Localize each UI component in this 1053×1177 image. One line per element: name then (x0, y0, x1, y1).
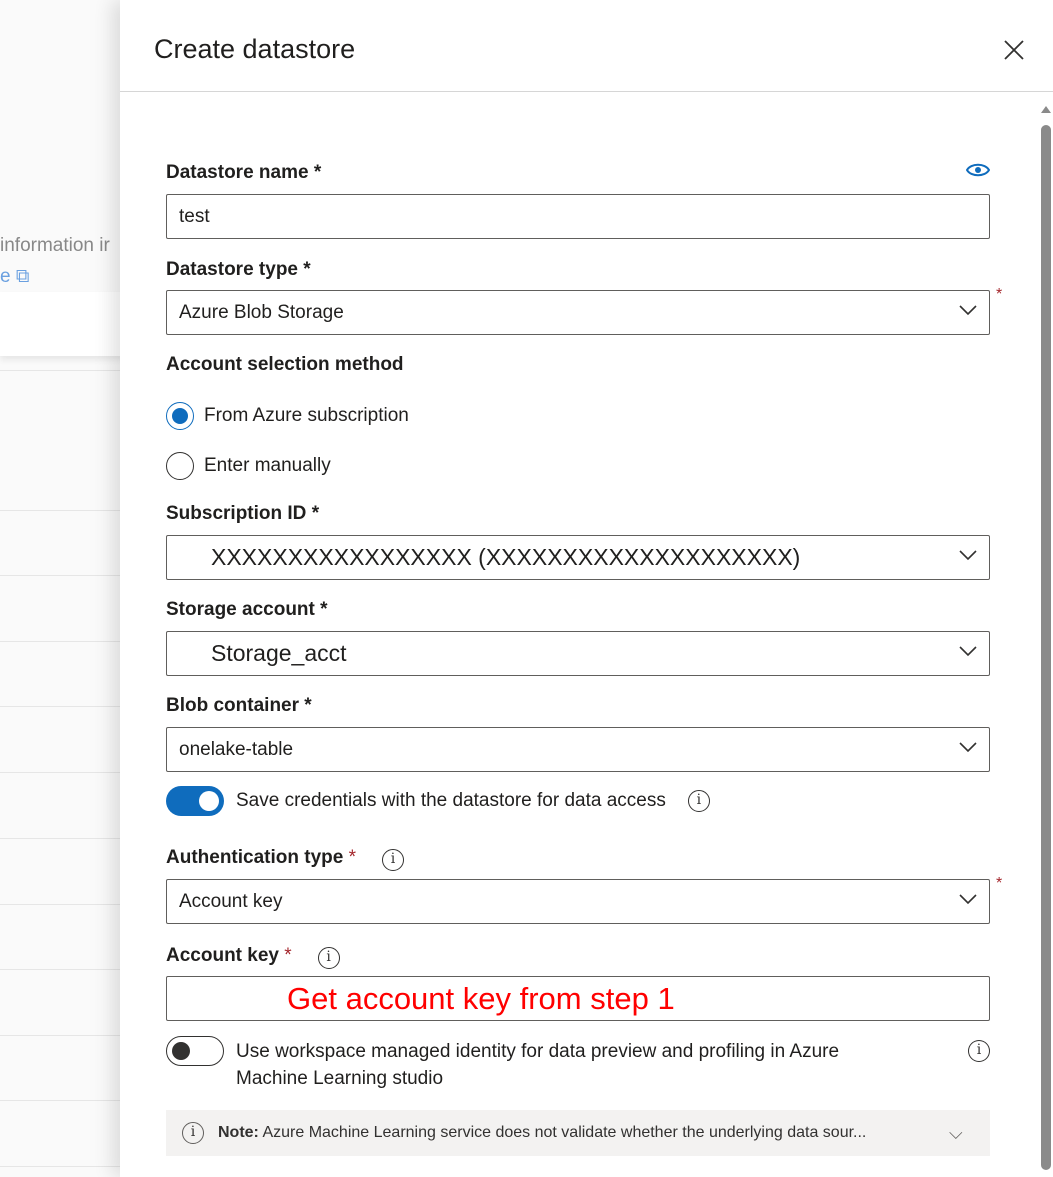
divider (0, 641, 130, 642)
scroll-up-arrow-icon[interactable] (1039, 102, 1053, 116)
required-marker: * (996, 875, 1003, 892)
subscription-id-dropdown[interactable]: XXXXXXXXXXXXXXXXX (XXXXXXXXXXXXXXXXXXXX) (166, 535, 990, 580)
datastore-name-value: test (179, 205, 210, 227)
chevron-down-icon (959, 894, 977, 905)
background-page: information ir e ⧉ (0, 0, 130, 1177)
create-datastore-panel: Create datastore Datastore name * test D… (120, 0, 1053, 1177)
radio-checked-icon (166, 402, 194, 430)
divider (0, 1035, 130, 1036)
subscription-id-label: Subscription ID * (166, 503, 320, 524)
info-icon[interactable]: i (687, 790, 710, 812)
storage-account-label: Storage account * (166, 599, 328, 620)
note-text: Note: Azure Machine Learning service doe… (218, 1124, 867, 1141)
authentication-type-label: Authentication type * i (166, 847, 405, 871)
managed-identity-toggle[interactable] (166, 1036, 224, 1066)
scrollbar[interactable] (1039, 100, 1053, 1177)
datastore-type-label: Datastore type * (166, 259, 311, 280)
header-divider (120, 91, 1053, 92)
background-info-text: information ir (0, 235, 110, 256)
background-link-text: e (0, 266, 11, 287)
eye-icon[interactable] (966, 162, 990, 178)
close-icon[interactable] (1002, 38, 1026, 62)
info-icon[interactable]: i (968, 1040, 990, 1062)
required-marker: * (996, 286, 1003, 303)
info-icon[interactable]: i (317, 947, 340, 969)
datastore-name-label: Datastore name * (166, 162, 322, 183)
chevron-down-icon (959, 305, 977, 316)
scrollbar-thumb[interactable] (1041, 125, 1051, 1170)
divider (0, 706, 130, 707)
account-selection-label: Account selection method (166, 354, 404, 375)
info-icon[interactable]: i (382, 849, 405, 871)
divider (0, 838, 130, 839)
divider (0, 969, 130, 970)
save-credentials-row: Save credentials with the datastore for … (166, 786, 710, 816)
radio-label: From Azure subscription (204, 405, 409, 426)
datastore-type-value: Azure Blob Storage (179, 301, 344, 323)
divider (0, 1166, 130, 1167)
chevron-down-icon (959, 646, 977, 657)
panel-title: Create datastore (154, 34, 356, 64)
managed-identity-row: Use workspace managed identity for data … (166, 1036, 990, 1092)
account-key-label: Account key * i (166, 945, 340, 969)
radio-unchecked-icon (166, 452, 194, 480)
blob-container-dropdown[interactable]: onelake-table (166, 727, 990, 772)
radio-label: Enter manually (204, 455, 331, 476)
radio-from-azure-subscription[interactable]: From Azure subscription (166, 402, 409, 430)
radio-enter-manually[interactable]: Enter manually (166, 452, 331, 480)
background-header-band (0, 292, 130, 356)
chevron-down-icon (959, 550, 977, 561)
double-chevron-down-icon[interactable]: ⌵ (949, 1123, 963, 1144)
divider (0, 772, 130, 773)
storage-account-value: Storage_acct (211, 640, 347, 666)
divider (0, 575, 130, 576)
account-key-annotation: Get account key from step 1 (287, 980, 675, 1016)
datastore-name-input[interactable]: test (166, 194, 990, 239)
datastore-type-dropdown[interactable]: Azure Blob Storage (166, 290, 990, 335)
subscription-id-value: XXXXXXXXXXXXXXXXX (XXXXXXXXXXXXXXXXXXXX) (211, 544, 801, 570)
storage-account-dropdown[interactable]: Storage_acct (166, 631, 990, 676)
note-bar: i Note: Azure Machine Learning service d… (166, 1110, 990, 1156)
blob-container-value: onelake-table (179, 738, 294, 760)
background-link[interactable]: e ⧉ (0, 266, 29, 288)
blob-container-label: Blob container * (166, 695, 312, 716)
account-key-input[interactable]: Get account key from step 1 (166, 976, 990, 1021)
authentication-type-value: Account key (179, 890, 283, 912)
info-icon: i (182, 1122, 204, 1144)
divider (0, 510, 130, 511)
external-link-icon: ⧉ (15, 266, 30, 287)
save-credentials-label: Save credentials with the datastore for … (236, 790, 666, 811)
divider (0, 904, 130, 905)
save-credentials-toggle[interactable] (166, 786, 224, 816)
authentication-type-dropdown[interactable]: Account key (166, 879, 990, 924)
divider (0, 370, 130, 371)
managed-identity-label: Use workspace managed identity for data … (236, 1041, 840, 1089)
divider (0, 1100, 130, 1101)
chevron-down-icon (959, 742, 977, 753)
